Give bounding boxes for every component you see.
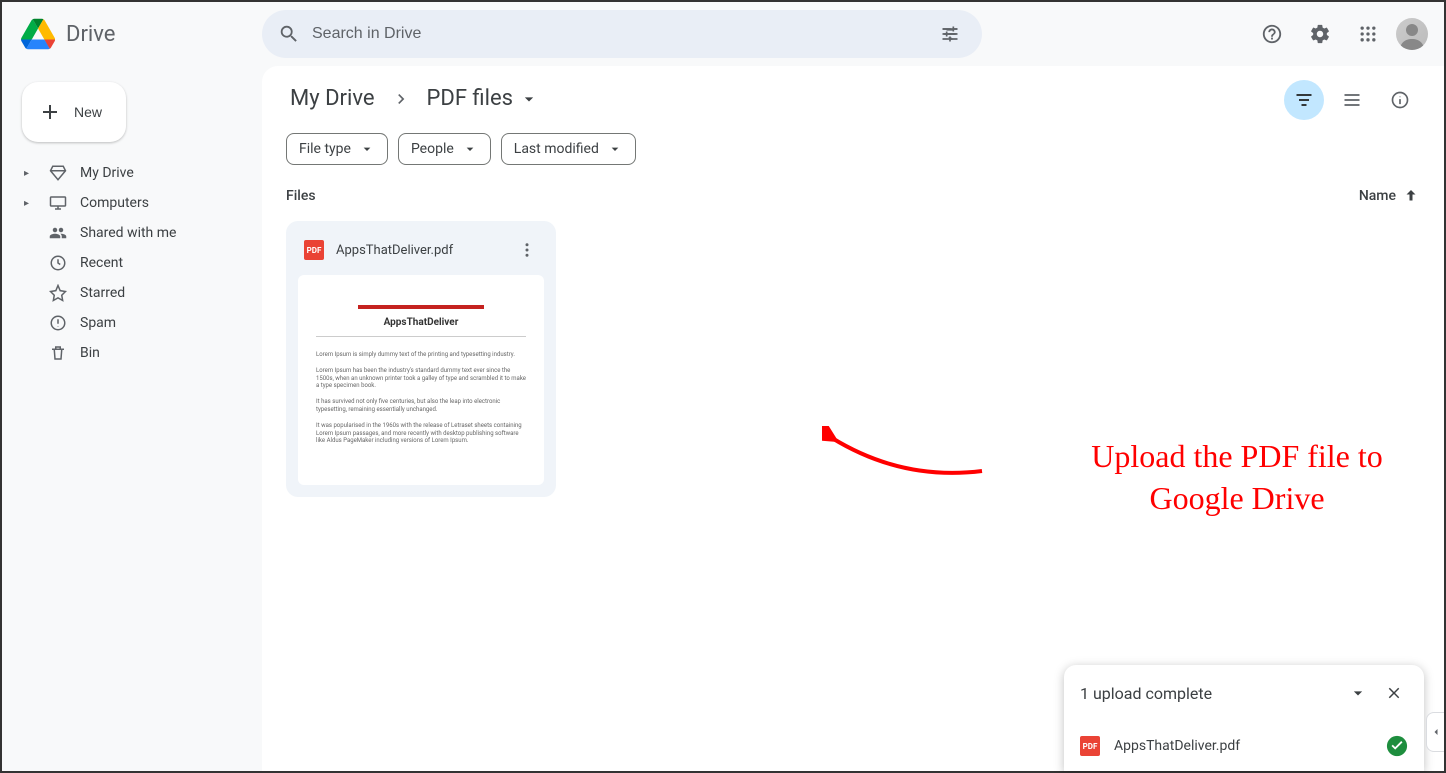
pdf-icon: PDF <box>304 240 324 260</box>
bin-icon <box>48 343 68 363</box>
drive-logo[interactable]: Drive <box>18 14 262 54</box>
computers-icon <box>48 193 68 213</box>
list-view-button[interactable] <box>1332 80 1372 120</box>
section-title: Files <box>286 188 316 204</box>
nav-bin[interactable]: Bin <box>18 338 246 368</box>
recent-icon <box>48 253 68 273</box>
nav-my-drive[interactable]: ▸ My Drive <box>18 158 246 188</box>
account-avatar[interactable] <box>1396 18 1428 50</box>
search-input[interactable] <box>312 25 922 43</box>
new-button[interactable]: New <box>22 82 126 142</box>
header: Drive <box>2 2 1444 66</box>
caret-icon: ▸ <box>24 168 36 179</box>
support-icon[interactable] <box>1252 14 1292 54</box>
drive-logo-icon <box>18 14 58 54</box>
nav-recent[interactable]: Recent <box>18 248 246 278</box>
upload-title: 1 upload complete <box>1080 684 1212 703</box>
file-name: AppsThatDeliver.pdf <box>336 243 502 258</box>
breadcrumb-current[interactable]: PDF files <box>423 82 544 115</box>
success-icon <box>1386 735 1408 757</box>
nav-computers[interactable]: ▸ Computers <box>18 188 246 218</box>
dropdown-icon <box>607 141 623 157</box>
star-icon <box>48 283 68 303</box>
chip-label: Last modified <box>514 141 599 157</box>
nav-spam[interactable]: Spam <box>18 308 246 338</box>
nav-label: Computers <box>80 195 149 211</box>
header-actions <box>1252 14 1428 54</box>
apps-icon[interactable] <box>1348 14 1388 54</box>
search-options-icon[interactable] <box>934 18 966 50</box>
file-thumbnail: AppsThatDeliver Lorem Ipsum is simply du… <box>298 275 544 485</box>
search-icon <box>278 23 300 45</box>
chip-people[interactable]: People <box>398 133 491 165</box>
nav-shared[interactable]: Shared with me <box>18 218 246 248</box>
thumb-title: AppsThatDeliver <box>316 317 526 337</box>
filter-button[interactable] <box>1284 80 1324 120</box>
dropdown-icon <box>462 141 478 157</box>
more-options-button[interactable] <box>514 237 540 263</box>
dropdown-icon <box>359 141 375 157</box>
file-grid: PDF AppsThatDeliver.pdf AppsThatDeliver … <box>286 221 1420 497</box>
side-panel-toggle[interactable] <box>1426 712 1444 752</box>
chip-last-modified[interactable]: Last modified <box>501 133 636 165</box>
nav-starred[interactable]: Starred <box>18 278 246 308</box>
upload-item[interactable]: PDF AppsThatDeliver.pdf <box>1064 721 1424 771</box>
shared-icon <box>48 223 68 243</box>
dropdown-icon <box>519 89 539 109</box>
caret-icon: ▸ <box>24 198 36 209</box>
search-bar[interactable] <box>262 10 982 58</box>
nav-label: My Drive <box>80 165 134 181</box>
chip-label: File type <box>299 141 351 157</box>
nav-label: Recent <box>80 255 123 271</box>
sidebar: New ▸ My Drive ▸ Computers Shared with m… <box>2 66 262 771</box>
view-actions <box>1284 80 1420 120</box>
arrow-up-icon <box>1402 187 1420 205</box>
nav-label: Shared with me <box>80 225 176 241</box>
spam-icon <box>48 313 68 333</box>
close-upload-button[interactable] <box>1380 679 1408 707</box>
nav-label: Spam <box>80 315 116 331</box>
sort-label: Name <box>1359 188 1396 204</box>
upload-panel: 1 upload complete PDF AppsThatDeliver.pd… <box>1064 665 1424 771</box>
settings-icon[interactable] <box>1300 14 1340 54</box>
breadcrumb-root[interactable]: My Drive <box>286 82 379 115</box>
pdf-icon: PDF <box>1080 736 1100 756</box>
new-button-label: New <box>74 104 102 120</box>
nav-label: Starred <box>80 285 125 301</box>
chip-file-type[interactable]: File type <box>286 133 388 165</box>
collapse-upload-button[interactable] <box>1344 679 1372 707</box>
app-name: Drive <box>66 22 115 47</box>
info-button[interactable] <box>1380 80 1420 120</box>
nav-label: Bin <box>80 345 100 361</box>
file-card[interactable]: PDF AppsThatDeliver.pdf AppsThatDeliver … <box>286 221 556 497</box>
filter-chips: File type People Last modified <box>286 133 1420 165</box>
breadcrumb-current-label: PDF files <box>427 86 514 111</box>
chevron-right-icon <box>391 89 411 109</box>
chip-label: People <box>411 141 454 157</box>
section-header: Files Name <box>286 187 1420 205</box>
sort-control[interactable]: Name <box>1359 187 1420 205</box>
breadcrumb: My Drive PDF files <box>286 82 1420 115</box>
upload-file-name: AppsThatDeliver.pdf <box>1114 738 1240 754</box>
my-drive-icon <box>48 163 68 183</box>
plus-icon <box>38 100 62 124</box>
